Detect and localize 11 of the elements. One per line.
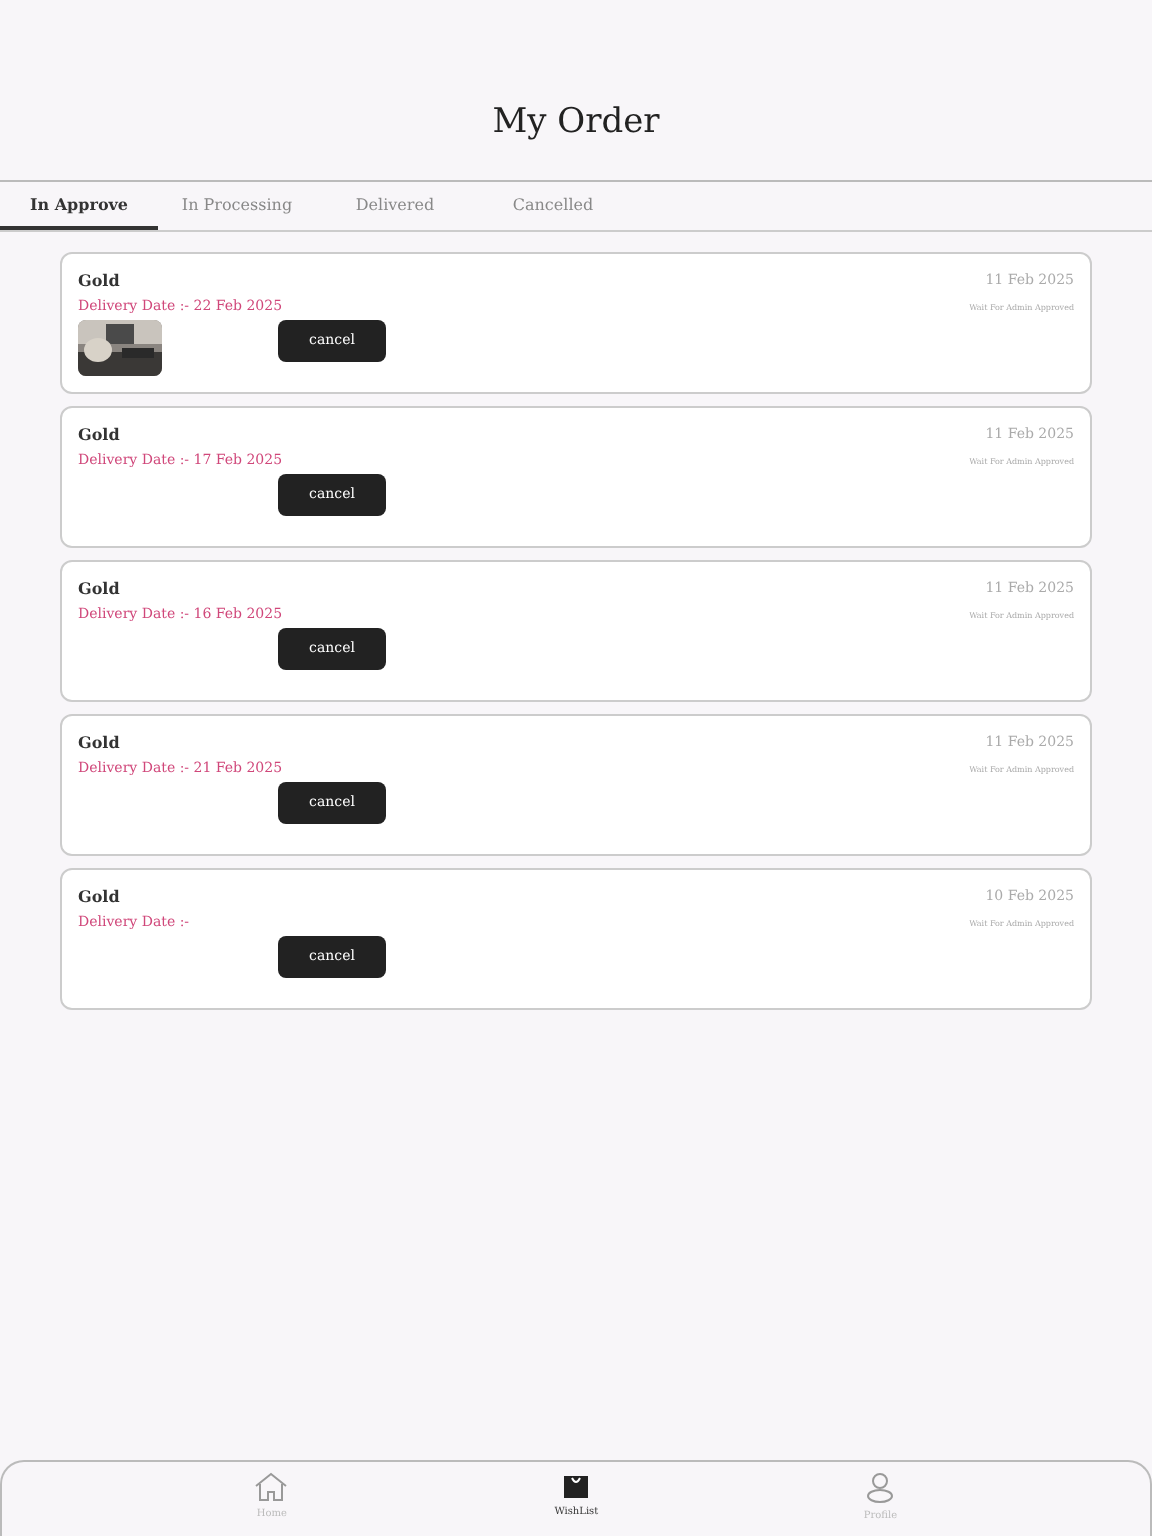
home-icon [254, 1472, 289, 1502]
product-name: Gold [78, 270, 120, 290]
tab[interactable]: In Processing [158, 182, 316, 230]
tab[interactable]: In Approve [0, 182, 158, 230]
product-name: Gold [78, 886, 120, 906]
bag-icon [562, 1472, 591, 1500]
product-name: Gold [78, 732, 120, 752]
page-title: My Order [492, 100, 660, 144]
profile-icon [866, 1472, 895, 1504]
product-name: Gold [78, 578, 120, 598]
product-name: Gold [78, 424, 120, 444]
